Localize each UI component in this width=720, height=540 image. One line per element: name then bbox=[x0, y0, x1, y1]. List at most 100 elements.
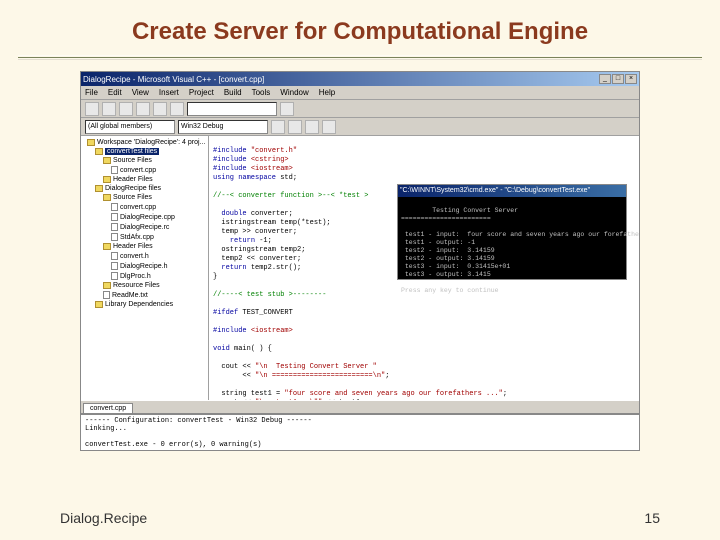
tree-item[interactable]: ReadMe.txt bbox=[99, 290, 206, 300]
minimize-button[interactable]: _ bbox=[599, 74, 611, 84]
console-output: Testing Convert Server =================… bbox=[401, 207, 639, 294]
main-client-area: Workspace 'DialogRecipe': 4 proj... conv… bbox=[81, 136, 639, 400]
tree-item[interactable]: DialogRecipe.rc bbox=[107, 222, 206, 232]
tree-item-label: Header Files bbox=[113, 243, 153, 250]
tree-item-label: Source Files bbox=[113, 157, 152, 164]
tree-item[interactable]: Header Files bbox=[99, 242, 206, 251]
tree-item-label: Source Files bbox=[113, 194, 152, 201]
stop-icon[interactable] bbox=[305, 120, 319, 134]
tree-item-label: DialogRecipe.rc bbox=[120, 224, 169, 231]
config-dropdown[interactable]: Win32 Debug bbox=[178, 120, 268, 134]
app-titlebar: DialogRecipe - Microsoft Visual C++ - [c… bbox=[81, 72, 639, 86]
workspace-tree[interactable]: Workspace 'DialogRecipe': 4 proj... conv… bbox=[81, 136, 209, 400]
tree-item[interactable]: Resource Files bbox=[99, 281, 206, 290]
copy-icon[interactable] bbox=[153, 102, 167, 116]
console-title-text: "C:\WINNT\System32\cmd.exe" - "C:\Debug\… bbox=[400, 187, 590, 195]
tree-item[interactable]: Library Dependencies bbox=[91, 300, 206, 309]
menu-project[interactable]: Project bbox=[189, 88, 214, 97]
file-icon bbox=[111, 262, 118, 270]
menu-help[interactable]: Help bbox=[319, 88, 335, 97]
editor-tab-row: convert.cpp bbox=[81, 400, 639, 414]
menu-edit[interactable]: Edit bbox=[108, 88, 122, 97]
folder-icon bbox=[103, 176, 111, 183]
maximize-button[interactable]: □ bbox=[612, 74, 624, 84]
tree-item-label: ReadMe.txt bbox=[112, 292, 148, 299]
tree-item-label: DialogRecipe.h bbox=[120, 263, 167, 270]
class-dropdown[interactable]: (All global members) bbox=[85, 120, 175, 134]
tree-item-label: convert.h bbox=[120, 253, 149, 260]
output-panel[interactable]: ------ Configuration: convertTest - Win3… bbox=[81, 414, 639, 451]
file-icon bbox=[111, 272, 118, 280]
folder-icon bbox=[103, 194, 111, 201]
console-titlebar: "C:\WINNT\System32\cmd.exe" - "C:\Debug\… bbox=[398, 185, 626, 197]
tree-item-label: convertTest files bbox=[105, 148, 159, 155]
new-icon[interactable] bbox=[85, 102, 99, 116]
tree-item[interactable]: DialogRecipe.cpp bbox=[107, 212, 206, 222]
tree-item[interactable]: Source Files bbox=[99, 156, 206, 165]
file-icon bbox=[111, 233, 118, 241]
tree-item-label: DialogRecipe files bbox=[105, 185, 161, 192]
tree-item[interactable]: DlgProc.h bbox=[107, 271, 206, 281]
file-icon bbox=[111, 252, 118, 260]
workspace-icon bbox=[87, 139, 95, 146]
menu-build[interactable]: Build bbox=[224, 88, 242, 97]
tree-item-label: StdAfx.cpp bbox=[120, 234, 154, 241]
build-icon[interactable] bbox=[288, 120, 302, 134]
menu-file[interactable]: File bbox=[85, 88, 98, 97]
paste-icon[interactable] bbox=[170, 102, 184, 116]
code-editor[interactable]: #include "convert.h" #include <cstring> … bbox=[209, 136, 639, 400]
tree-item-label: Library Dependencies bbox=[105, 301, 173, 308]
folder-icon bbox=[103, 243, 111, 250]
tree-item-label: convert.cpp bbox=[120, 204, 156, 211]
run-icon[interactable] bbox=[322, 120, 336, 134]
tree-item[interactable]: StdAfx.cpp bbox=[107, 232, 206, 242]
tree-item-label: DialogRecipe.cpp bbox=[120, 214, 175, 221]
menu-window[interactable]: Window bbox=[280, 88, 308, 97]
tree-root-label: Workspace 'DialogRecipe': 4 proj... bbox=[97, 139, 205, 146]
find-icon[interactable] bbox=[280, 102, 294, 116]
folder-icon bbox=[103, 157, 111, 164]
tree-item[interactable]: convert.h bbox=[107, 251, 206, 261]
file-icon bbox=[103, 291, 110, 299]
save-icon[interactable] bbox=[119, 102, 133, 116]
tree-item[interactable]: DialogRecipe.h bbox=[107, 261, 206, 271]
menubar: File Edit View Insert Project Build Tool… bbox=[81, 86, 639, 100]
toolbar-main bbox=[81, 100, 639, 118]
file-icon bbox=[111, 203, 118, 211]
open-icon[interactable] bbox=[102, 102, 116, 116]
tree-item-label: convert.cpp bbox=[120, 167, 156, 174]
tree-item[interactable]: Header Files bbox=[99, 175, 206, 184]
file-icon bbox=[111, 223, 118, 231]
menu-insert[interactable]: Insert bbox=[159, 88, 179, 97]
folder-icon bbox=[103, 282, 111, 289]
tree-item-label: Resource Files bbox=[113, 282, 160, 289]
menu-tools[interactable]: Tools bbox=[252, 88, 271, 97]
ide-screenshot: DialogRecipe - Microsoft Visual C++ - [c… bbox=[80, 71, 640, 451]
folder-icon bbox=[95, 301, 103, 308]
menu-view[interactable]: View bbox=[132, 88, 149, 97]
tree-root[interactable]: Workspace 'DialogRecipe': 4 proj... bbox=[83, 138, 206, 147]
folder-icon bbox=[95, 185, 103, 192]
slide-title: Create Server for Computational Engine bbox=[0, 0, 720, 56]
console-window[interactable]: "C:\WINNT\System32\cmd.exe" - "C:\Debug\… bbox=[397, 184, 627, 280]
find-dropdown[interactable] bbox=[187, 102, 277, 116]
toolbar-build: (All global members) Win32 Debug bbox=[81, 118, 639, 136]
folder-icon bbox=[95, 148, 103, 155]
tree-item-label: DlgProc.h bbox=[120, 273, 151, 280]
file-icon bbox=[111, 166, 118, 174]
app-title-text: DialogRecipe - Microsoft Visual C++ - [c… bbox=[83, 75, 264, 84]
editor-tab[interactable]: convert.cpp bbox=[83, 403, 133, 413]
tree-item[interactable]: convert.cpp bbox=[107, 202, 206, 212]
file-icon bbox=[111, 213, 118, 221]
tree-item[interactable]: DialogRecipe files bbox=[91, 184, 206, 193]
close-button[interactable]: × bbox=[625, 74, 637, 84]
title-divider bbox=[18, 56, 702, 59]
compile-icon[interactable] bbox=[271, 120, 285, 134]
cut-icon[interactable] bbox=[136, 102, 150, 116]
slide-footer-left: Dialog.Recipe bbox=[60, 510, 147, 526]
tree-item-label: Header Files bbox=[113, 176, 153, 183]
tree-item[interactable]: convert.cpp bbox=[107, 165, 206, 175]
tree-item[interactable]: convertTest files bbox=[91, 147, 206, 156]
slide-page-number: 15 bbox=[644, 510, 660, 526]
tree-item[interactable]: Source Files bbox=[99, 193, 206, 202]
